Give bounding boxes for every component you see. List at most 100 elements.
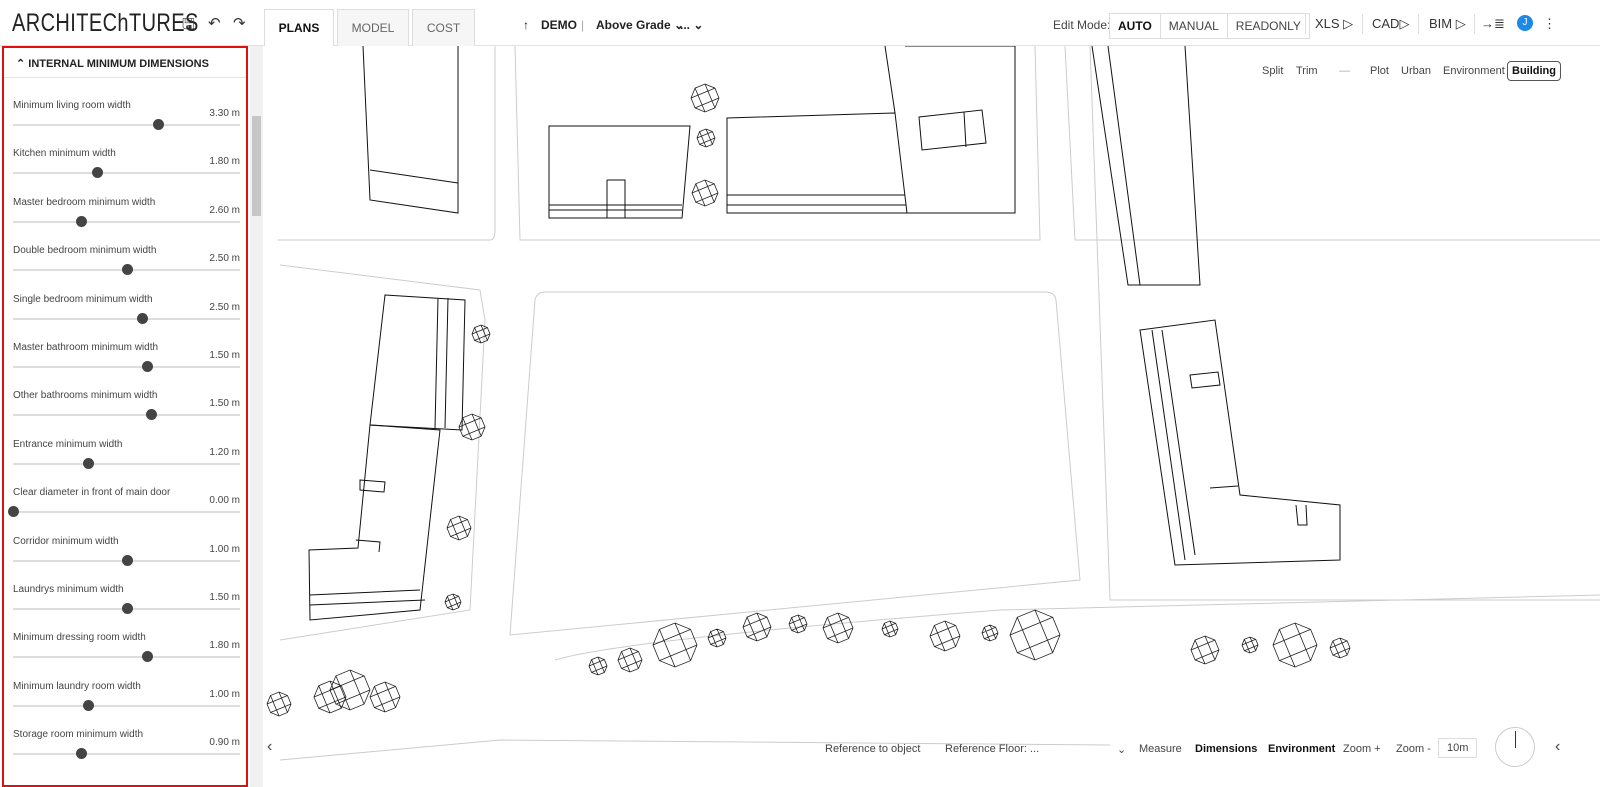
more-dropdown[interactable]: ... ⌄	[680, 18, 703, 32]
slider-thumb[interactable]	[82, 699, 94, 711]
slider-thumb[interactable]	[141, 361, 153, 372]
tab-model[interactable]: MODEL	[337, 9, 409, 46]
slider-track[interactable]	[13, 704, 240, 707]
tree	[1009, 609, 1061, 661]
trim-button[interactable]: Trim	[1296, 65, 1318, 77]
panel-scrollbar[interactable]	[250, 46, 263, 787]
tree	[742, 612, 772, 642]
slider-track[interactable]	[13, 511, 240, 514]
environment-button[interactable]: Environment	[1268, 743, 1335, 755]
slider-track[interactable]	[13, 220, 240, 223]
slider-thumb[interactable]	[146, 409, 158, 421]
tree	[617, 647, 643, 673]
layer-building[interactable]: Building	[1507, 61, 1561, 81]
scale-indicator: 10m	[1438, 738, 1478, 758]
slider-setting: Clear diameter in front of main door 0.00…	[4, 487, 246, 535]
slider-thumb[interactable]	[137, 312, 149, 324]
setting-label: Clear diameter in front of main door	[13, 487, 171, 499]
mode-manual[interactable]: MANUAL	[1161, 14, 1228, 38]
avatar[interactable]: J	[1517, 15, 1533, 31]
layer-plot[interactable]: Plot	[1370, 65, 1389, 77]
slider-setting: Corridor minimum width 1.00 m	[4, 536, 246, 584]
project-name[interactable]: DEMO	[541, 18, 577, 32]
mode-readonly[interactable]: READONLY	[1228, 14, 1309, 38]
export-cad-button[interactable]: CAD▷	[1372, 16, 1409, 32]
setting-label: Master bathroom minimum width	[13, 342, 159, 353]
tree	[458, 413, 486, 441]
split-button[interactable]: Split	[1262, 65, 1283, 77]
export-bim-button[interactable]: BIM ▷	[1429, 16, 1466, 32]
slider-thumb[interactable]	[82, 457, 94, 469]
measure-button[interactable]: Measure	[1139, 743, 1182, 755]
save-icon[interactable]: 🖫	[182, 14, 195, 39]
slider-thumb[interactable]	[121, 554, 133, 566]
slider-track[interactable]	[13, 366, 240, 368]
setting-label: Entrance minimum width	[13, 438, 123, 450]
setting-label: Laundrys minimum width	[13, 584, 124, 595]
slider-thumb[interactable]	[91, 167, 103, 179]
zoom-in-button[interactable]: Zoom +	[1343, 743, 1381, 755]
export-xls-button[interactable]: XLS ▷	[1315, 16, 1353, 32]
tree	[444, 593, 462, 611]
chevron-left-icon[interactable]: ‹	[1555, 738, 1560, 756]
streets	[278, 46, 1600, 761]
chevron-down-icon[interactable]: ⌄	[1117, 743, 1126, 756]
slider-track[interactable]	[13, 753, 240, 756]
slider-thumb[interactable]	[76, 215, 88, 227]
mode-auto[interactable]: AUTO	[1110, 14, 1161, 38]
section-header[interactable]: ⌃ INTERNAL MINIMUM DIMENSIONS	[4, 48, 246, 78]
setting-value: 2.50 m	[209, 253, 240, 265]
slider-thumb[interactable]	[121, 264, 133, 276]
layer-environment[interactable]: Environment	[1443, 65, 1505, 77]
tree	[696, 128, 716, 148]
compass-icon[interactable]	[1495, 727, 1535, 767]
slider-track[interactable]	[13, 317, 240, 320]
slider-setting: Laundrys minimum width 1.50 m	[4, 584, 246, 632]
redo-icon[interactable]: ↷	[233, 14, 246, 32]
site-plan-canvas[interactable]	[263, 46, 1600, 787]
settings-panel: ⌃ INTERNAL MINIMUM DIMENSIONS Minimum li…	[2, 46, 248, 787]
level-dropdown[interactable]: Above Grade ⌄	[596, 18, 684, 32]
tree	[1329, 637, 1351, 659]
slider-thumb[interactable]	[141, 651, 153, 663]
slider-thumb[interactable]	[76, 748, 88, 760]
setting-value: 0.90 m	[209, 737, 240, 749]
dimensions-button[interactable]: Dimensions	[1195, 743, 1257, 755]
top-bar: ARCHITEChTURES 🖫 ↶ ↷ PLANS MODEL COST ↑ …	[0, 0, 1600, 46]
level-label: Above Grade	[596, 18, 671, 32]
up-arrow-icon[interactable]: ↑	[523, 18, 529, 32]
tab-plans[interactable]: PLANS	[264, 9, 334, 46]
reference-object-button[interactable]: Reference to object	[825, 743, 920, 755]
collapse-menu-icon[interactable]: →≣	[1481, 16, 1505, 32]
slider-thumb[interactable]	[121, 603, 133, 614]
chevron-left-icon[interactable]: ‹	[267, 738, 272, 756]
setting-value: 2.50 m	[209, 301, 240, 313]
slider-thumb[interactable]	[153, 119, 165, 130]
setting-label: Minimum laundry room width	[13, 680, 141, 692]
setting-label: Single bedroom minimum width	[13, 293, 153, 305]
setting-label: Kitchen minimum width	[13, 148, 116, 160]
scrollbar-thumb[interactable]	[252, 116, 261, 216]
slider-track[interactable]	[13, 656, 240, 659]
slider-setting: Minimum living room width 3.30 m	[4, 100, 246, 148]
edit-mode-label: Edit Mode:	[1053, 18, 1111, 32]
section-title: INTERNAL MINIMUM DIMENSIONS	[28, 58, 209, 70]
zoom-out-button[interactable]: Zoom -	[1396, 743, 1431, 755]
reference-floor-select[interactable]: Reference Floor: ...	[945, 743, 1039, 755]
slider-thumb[interactable]	[8, 506, 19, 518]
slider-track[interactable]	[13, 124, 240, 126]
buildings	[308, 46, 1341, 621]
setting-label: Double bedroom minimum width	[13, 245, 157, 257]
more-vert-icon[interactable]: ⋮	[1543, 16, 1556, 32]
setting-value: 1.50 m	[209, 350, 240, 361]
slider-track[interactable]	[13, 172, 240, 175]
slider-setting: Minimum dressing room width 1.80 m	[4, 632, 246, 680]
tree	[788, 614, 808, 634]
layer-urban[interactable]: Urban	[1401, 65, 1431, 77]
slider-track[interactable]	[13, 414, 240, 417]
undo-icon[interactable]: ↶	[208, 14, 221, 32]
tab-cost[interactable]: COST	[412, 9, 475, 46]
setting-value: 0.00 m	[209, 495, 240, 507]
tree	[981, 624, 999, 642]
slider-track[interactable]	[13, 462, 240, 465]
